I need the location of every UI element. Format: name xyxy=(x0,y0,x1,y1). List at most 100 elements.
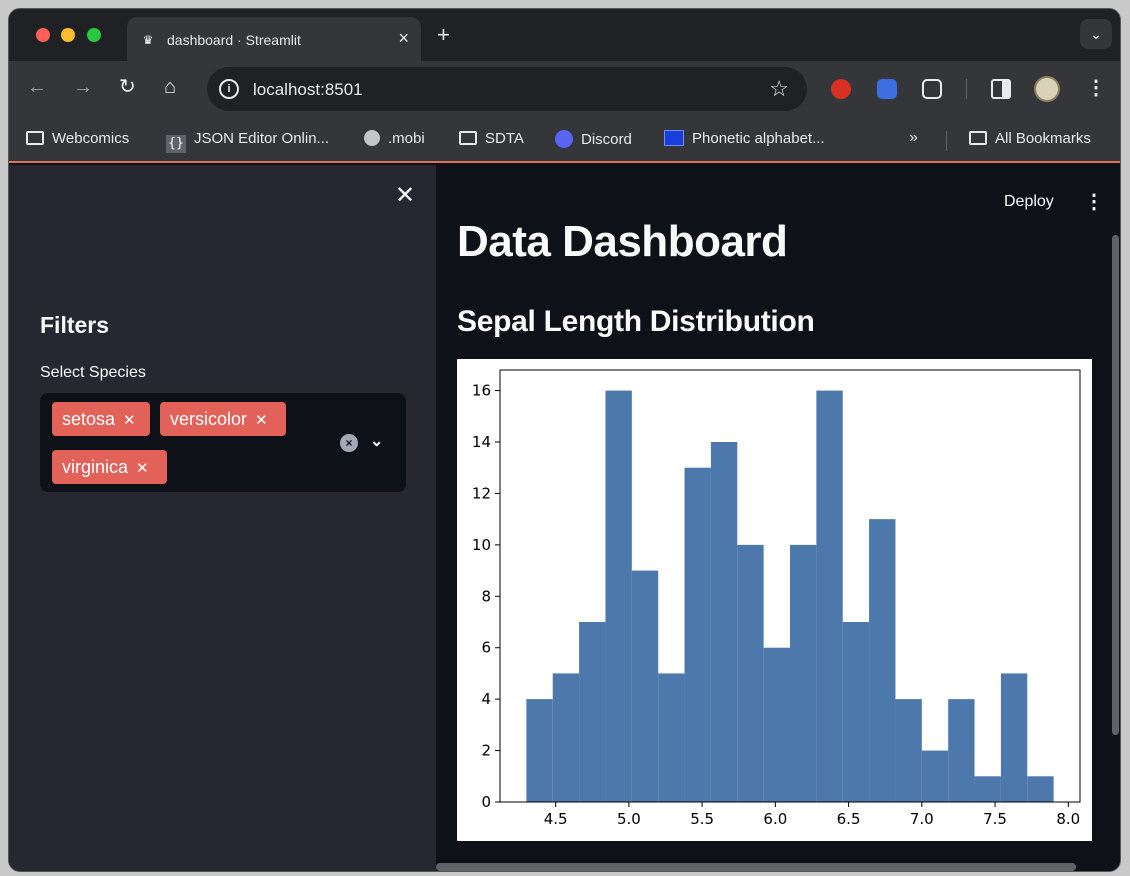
streamlit-crown-icon: ♛ xyxy=(142,33,154,47)
deploy-button[interactable]: Deploy xyxy=(1004,193,1054,211)
browser-window: ♛ dashboard · Streamlit × + ⌄ ← → ↻ ⌂ i … xyxy=(8,8,1121,872)
tab-strip: ♛ dashboard · Streamlit × + ⌄ xyxy=(9,9,1120,61)
histogram-bar xyxy=(763,647,790,802)
histogram-bar xyxy=(552,673,580,802)
reload-button[interactable]: ↻ xyxy=(119,77,136,97)
phonetic-icon xyxy=(664,130,684,146)
bookmark-phonetic[interactable]: Phonetic alphabet... xyxy=(664,130,825,147)
remove-chip-icon[interactable]: ✕ xyxy=(123,404,136,438)
bookmark-discord[interactable]: Discord xyxy=(555,130,632,148)
x-tick-label: 4.5 xyxy=(544,810,568,828)
chevron-down-icon[interactable]: ⌄ xyxy=(370,431,383,451)
globe-icon xyxy=(364,130,380,146)
folder-icon xyxy=(969,131,987,145)
chip-setosa[interactable]: setosa ✕ xyxy=(52,402,150,436)
side-panel-icon[interactable] xyxy=(991,79,1011,99)
browser-toolbar: ← → ↻ ⌂ i localhost:8501 ☆ ⋮ xyxy=(9,61,1120,117)
x-tick-label: 6.5 xyxy=(837,810,861,828)
histogram-bar xyxy=(869,519,896,802)
sidebar: ✕ Filters Select Species setosa ✕ versico… xyxy=(9,165,436,871)
species-select-label: Select Species xyxy=(40,364,146,381)
forward-button[interactable]: → xyxy=(73,77,93,97)
adblock-extension-icon[interactable] xyxy=(831,79,851,99)
maximize-window-button[interactable] xyxy=(87,28,101,42)
x-tick-label: 7.0 xyxy=(910,810,934,828)
minimize-window-button[interactable] xyxy=(61,28,75,42)
bookmarks-overflow-button[interactable]: » xyxy=(909,129,918,147)
folder-icon xyxy=(459,131,477,145)
y-tick-label: 8 xyxy=(481,587,491,605)
histogram-bar xyxy=(684,467,711,802)
discord-icon xyxy=(555,130,573,148)
main-menu-icon[interactable]: ⋮ xyxy=(1084,189,1104,214)
tab-close-icon[interactable]: × xyxy=(398,28,409,49)
home-button[interactable]: ⌂ xyxy=(164,77,176,97)
species-multiselect[interactable]: setosa ✕ versicolor ✕ virginica ✕ × ⌄ xyxy=(40,393,406,492)
clear-all-icon[interactable]: × xyxy=(340,434,358,452)
y-tick-label: 0 xyxy=(481,793,491,811)
histogram-bar xyxy=(974,776,1001,802)
histogram-bar xyxy=(710,442,738,802)
chart-heading: Sepal Length Distribution xyxy=(457,305,815,338)
histogram-bar xyxy=(579,622,606,802)
main-content: Deploy ⋮ Data Dashboard Sepal Length Dis… xyxy=(436,165,1120,871)
close-sidebar-icon[interactable]: ✕ xyxy=(395,181,415,210)
sidebar-title: Filters xyxy=(40,312,110,338)
histogram-bar xyxy=(1027,776,1054,802)
remove-chip-icon[interactable]: ✕ xyxy=(255,404,268,438)
chip-versicolor[interactable]: versicolor ✕ xyxy=(160,402,286,436)
x-tick-label: 5.5 xyxy=(690,810,714,828)
tab-search-button[interactable]: ⌄ xyxy=(1080,19,1112,49)
y-tick-label: 16 xyxy=(472,382,491,400)
tab-title: dashboard · Streamlit xyxy=(167,32,301,48)
histogram-bar xyxy=(737,544,764,802)
extensions-puzzle-icon[interactable] xyxy=(922,79,942,99)
histogram-bar xyxy=(895,699,922,802)
bookmarks-bar: Webcomics {} JSON Editor Onlin... .mobi S… xyxy=(9,117,1120,163)
page-title: Data Dashboard xyxy=(457,217,788,266)
histogram-bar xyxy=(948,699,975,802)
url-text[interactable]: localhost:8501 xyxy=(253,80,363,100)
horizontal-scrollbar[interactable] xyxy=(436,863,1076,871)
histogram-bar xyxy=(1000,673,1028,802)
browser-menu-icon[interactable]: ⋮ xyxy=(1086,75,1106,100)
bookmark-json-editor[interactable]: {} JSON Editor Onlin... xyxy=(166,130,329,153)
x-tick-label: 8.0 xyxy=(1056,810,1080,828)
all-bookmarks-button[interactable]: All Bookmarks xyxy=(969,130,1091,147)
x-tick-label: 6.0 xyxy=(763,810,787,828)
vertical-scrollbar[interactable] xyxy=(1112,235,1119,735)
y-tick-label: 14 xyxy=(472,433,491,451)
new-tab-button[interactable]: + xyxy=(437,22,450,48)
histogram-bar xyxy=(816,390,843,802)
x-tick-label: 7.5 xyxy=(983,810,1007,828)
back-button[interactable]: ← xyxy=(27,77,47,97)
bookmark-star-icon[interactable]: ☆ xyxy=(769,76,789,102)
profile-avatar[interactable] xyxy=(1034,76,1060,102)
address-bar[interactable]: i localhost:8501 ☆ xyxy=(207,67,807,111)
chip-virginica[interactable]: virginica ✕ xyxy=(52,450,167,484)
histogram-bar xyxy=(842,622,870,802)
remove-chip-icon[interactable]: ✕ xyxy=(136,452,149,486)
braces-icon: {} xyxy=(166,135,186,153)
histogram-bar xyxy=(631,570,659,802)
y-tick-label: 6 xyxy=(481,639,491,657)
histogram-bar xyxy=(605,390,632,802)
histogram-bar xyxy=(790,544,817,802)
folder-icon xyxy=(26,131,44,145)
toolbar-divider xyxy=(966,79,967,99)
bookmark-mobi[interactable]: .mobi xyxy=(364,130,425,147)
x-tick-label: 5.0 xyxy=(617,810,641,828)
bitwarden-extension-icon[interactable] xyxy=(877,79,897,99)
histogram-bar xyxy=(526,699,553,802)
close-window-button[interactable] xyxy=(36,28,50,42)
site-info-icon[interactable]: i xyxy=(219,79,239,99)
tab-dashboard[interactable]: ♛ dashboard · Streamlit × xyxy=(127,17,421,61)
bookmark-webcomics[interactable]: Webcomics xyxy=(26,130,129,147)
y-tick-label: 12 xyxy=(472,484,491,502)
y-tick-label: 4 xyxy=(481,690,491,708)
histogram-chart: 4.5 5.0 5.5 6.0 6.5 7.0 7.5 8.0 0 2 4 6 8 10 12 14 16 xyxy=(472,369,1081,828)
y-tick-label: 2 xyxy=(481,742,491,760)
bookmark-sdta[interactable]: SDTA xyxy=(459,130,524,147)
bookmarks-divider xyxy=(946,131,947,151)
histogram-bar xyxy=(921,750,949,802)
